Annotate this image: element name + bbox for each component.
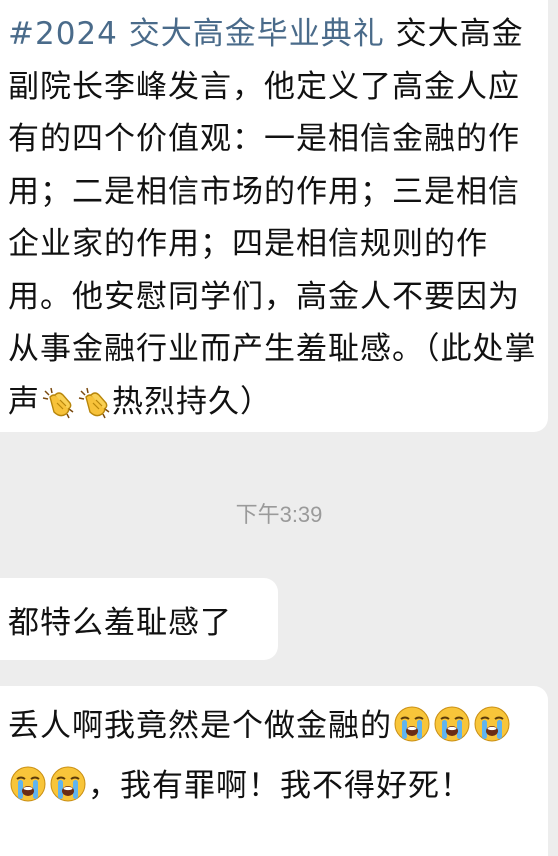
- message-bubble-2[interactable]: 都特么羞耻感了: [0, 578, 278, 660]
- loudly-crying-face-emoji-icon: [49, 765, 87, 820]
- message-text-1: #2024 交大高金毕业典礼 交大高金副院长李峰发言，他定义了高金人应有的四个价…: [8, 8, 538, 435]
- message-timestamp: 下午3:39: [235, 502, 323, 527]
- message-text-2: 都特么羞耻感了: [8, 605, 232, 641]
- loudly-crying-face-emoji-icon: [473, 705, 511, 760]
- loudly-crying-face-emoji-icon: [393, 705, 431, 760]
- clapping-hands-emoji-icon: [77, 383, 111, 436]
- hashtag-link[interactable]: #2024 交大高金毕业典礼: [8, 16, 385, 52]
- loudly-crying-face-emoji-icon: [433, 705, 471, 760]
- message-text-1-tail: 热烈持久）: [112, 383, 272, 420]
- message-bubble-3[interactable]: 丢人啊我竟然是个做金融的 ，我有罪啊！我不得好死！: [0, 686, 548, 856]
- message-text-3-tail: ，我有罪啊！我不得好死！: [88, 767, 472, 804]
- message-bubble-1[interactable]: #2024 交大高金毕业典礼 交大高金副院长李峰发言，他定义了高金人应有的四个价…: [0, 0, 548, 432]
- message-text-3-body: 丢人啊我竟然是个做金融的: [8, 708, 392, 744]
- message-text-1-body: 交大高金副院长李峰发言，他定义了高金人应有的四个价值观：一是相信金融的作用；二是…: [8, 16, 537, 420]
- loudly-crying-face-emoji-icon: [9, 765, 47, 820]
- message-text-3: 丢人啊我竟然是个做金融的 ，我有罪啊！我不得好死！: [8, 700, 538, 819]
- clapping-hands-emoji-icon: [41, 383, 75, 436]
